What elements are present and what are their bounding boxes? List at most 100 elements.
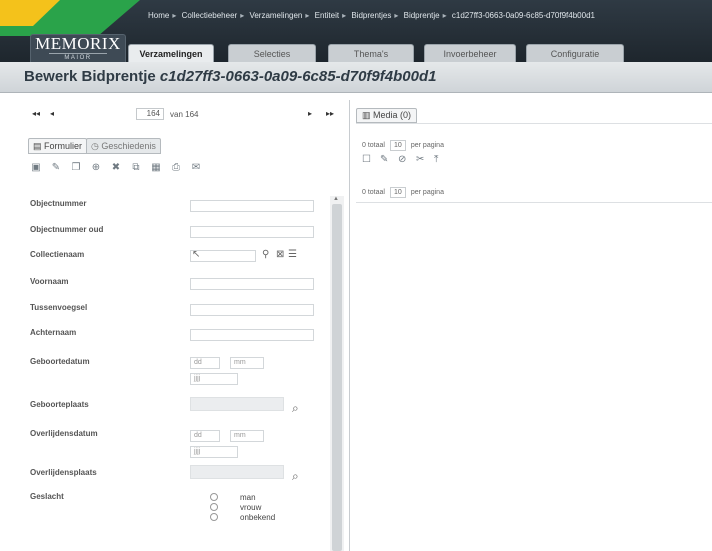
achternaam-input[interactable]: [190, 329, 314, 341]
copy-icon[interactable]: ❐: [70, 162, 82, 174]
page-count: van 164: [170, 110, 199, 119]
form-icon: ▤: [33, 141, 42, 151]
overlijdensdatum-year-input[interactable]: jjjj: [190, 446, 238, 458]
field-label-tussenvoegsel: Tussenvoegsel: [30, 303, 88, 312]
breadcrumb-home[interactable]: Home: [148, 11, 169, 20]
brand-name: MEMORIX: [35, 34, 121, 53]
field-label-voornaam: Voornaam: [30, 277, 69, 286]
media-total-count: 0 totaal: [362, 189, 385, 196]
objectnummer-input[interactable]: [190, 200, 314, 212]
mail-icon[interactable]: ✉: [190, 162, 202, 174]
field-label-objectnummer: Objectnummer: [30, 199, 87, 208]
scroll-up-arrow-icon[interactable]: ▲: [333, 196, 339, 202]
tab-themas[interactable]: Thema's: [328, 44, 414, 62]
export-icon[interactable]: ▦: [150, 162, 162, 174]
duplicate-icon[interactable]: ⧉: [130, 162, 142, 174]
divider: [356, 123, 712, 124]
gender-label-onbekend: onbekend: [240, 513, 276, 522]
tab-geschiedenis[interactable]: ◷ Geschiedenis: [86, 138, 161, 154]
clock-icon: ◷: [91, 141, 99, 151]
overlijdensdatum-month-input[interactable]: mm: [230, 430, 264, 442]
unlink-icon[interactable]: ⊘: [398, 154, 406, 165]
voornaam-input[interactable]: [190, 278, 314, 290]
breadcrumb-separator: ▸: [240, 11, 245, 20]
media-icon: ▥: [362, 110, 371, 120]
select-all-checkbox[interactable]: ☐: [362, 154, 371, 165]
last-record-button[interactable]: ▸▸: [326, 109, 334, 118]
tab-formulier-label: Formulier: [44, 141, 83, 151]
prev-record-button[interactable]: ◂: [50, 109, 54, 118]
overlijdensplaats-input[interactable]: [190, 465, 284, 479]
breadcrumb-separator: ▸: [442, 11, 447, 20]
geboortedatum-day-input[interactable]: dd: [190, 357, 220, 369]
tab-geschiedenis-label: Geschiedenis: [101, 141, 156, 151]
tussenvoegsel-input[interactable]: [190, 304, 314, 316]
media-panel: ▥ Media (0) 0 totaal 10 per pagina ☐ ✎ ⊘…: [356, 100, 712, 551]
field-label-overlijdensdatum: Overlijdensdatum: [30, 429, 98, 438]
breadcrumb-entiteit[interactable]: Entiteit: [315, 11, 339, 20]
page-title: Bewerk Bidprentje c1d27ff3-0663-0a09-6c8…: [24, 68, 436, 85]
geboortedatum-month-input[interactable]: mm: [230, 357, 264, 369]
field-label-achternaam: Achternaam: [30, 328, 77, 337]
gender-label-vrouw: vrouw: [240, 503, 262, 512]
overlijdensdatum-day-input[interactable]: dd: [190, 430, 220, 442]
gender-radio-onbekend[interactable]: [210, 513, 218, 521]
breadcrumb-bidprentje[interactable]: Bidprentje: [404, 11, 440, 20]
tab-media[interactable]: ▥ Media (0): [356, 108, 418, 123]
first-record-button[interactable]: ◂◂: [32, 109, 40, 118]
save-icon[interactable]: ▣: [30, 162, 42, 174]
main-content: ◂◂ ◂ 164 van 164 ▸ ▸▸ ▤ Formulier ◷ Gesc…: [24, 100, 712, 551]
print-icon[interactable]: ⎙: [170, 162, 182, 174]
record-pager: ◂◂ ◂ 164 van 164 ▸ ▸▸: [24, 104, 350, 124]
edit-icon[interactable]: ✎: [50, 162, 62, 174]
cursor-icon: ↖: [192, 249, 201, 260]
record-panel: ◂◂ ◂ 164 van 164 ▸ ▸▸ ▤ Formulier ◷ Gesc…: [24, 100, 350, 551]
new-record-icon[interactable]: ⊕: [90, 162, 102, 174]
geocode-icon[interactable]: ⌕: [292, 469, 299, 484]
breadcrumb-separator: ▸: [172, 11, 177, 20]
per-page-input[interactable]: 10: [389, 187, 406, 198]
tab-media-label: Media (0): [373, 110, 412, 120]
link-icon[interactable]: ⚲: [262, 249, 269, 260]
breadcrumb-verzamelingen[interactable]: Verzamelingen: [249, 11, 302, 20]
per-page-label: per pagina: [410, 142, 444, 149]
breadcrumb-collectiebeheer[interactable]: Collectiebeheer: [182, 11, 238, 20]
page-title-bar: Bewerk Bidprentje c1d27ff3-0663-0a09-6c8…: [0, 62, 712, 93]
field-label-collectienaam: Collectienaam: [30, 250, 85, 259]
geboortedatum-year-input[interactable]: jjjj: [190, 373, 238, 385]
geocode-icon[interactable]: ⌕: [292, 401, 299, 416]
tab-invoerbeheer[interactable]: Invoerbeheer: [424, 44, 516, 62]
clear-icon[interactable]: ⊠: [276, 249, 284, 260]
edit-icon[interactable]: ✎: [380, 154, 388, 165]
breadcrumb-separator: ▸: [305, 11, 310, 20]
per-page-input[interactable]: 10: [389, 140, 406, 151]
cut-icon[interactable]: ✂: [416, 154, 424, 165]
breadcrumb-separator: ▸: [342, 11, 347, 20]
page-title-record-id: c1d27ff3-0663-0a09-6c85-d70f9f4b00d1: [159, 68, 437, 85]
tab-formulier[interactable]: ▤ Formulier: [28, 138, 88, 154]
brand-logo[interactable]: MEMORIX MAIOR: [30, 34, 126, 64]
field-label-geslacht: Geslacht: [30, 492, 64, 501]
tab-selecties[interactable]: Selecties: [228, 44, 316, 62]
breadcrumb-current-record: c1d27ff3-0663-0a09-6c85-d70f9f4b00d1: [451, 11, 595, 20]
geboorteplaats-input[interactable]: [190, 397, 284, 411]
breadcrumb-bidprentjes[interactable]: Bidprentjes: [351, 11, 391, 20]
tab-configuratie[interactable]: Configuratie: [526, 44, 624, 62]
next-record-button[interactable]: ▸: [308, 109, 312, 118]
tab-verzamelingen[interactable]: Verzamelingen: [128, 44, 214, 62]
gender-label-man: man: [240, 493, 256, 502]
brand-subtitle: MAIOR: [49, 53, 107, 62]
list-icon[interactable]: ☰: [288, 249, 297, 260]
field-label-geboortedatum: Geboortedatum: [30, 357, 90, 366]
delete-icon[interactable]: ✖: [110, 162, 122, 174]
upload-icon[interactable]: ⤒: [434, 154, 438, 165]
app-header: Home ▸ Collectiebeheer ▸ Verzamelingen ▸ En…: [0, 0, 712, 64]
field-label-objectnummer-oud: Objectnummer oud: [30, 225, 104, 234]
form-scrollbar-thumb[interactable]: [332, 204, 342, 551]
objectnummer-oud-input[interactable]: [190, 226, 314, 238]
field-label-geboorteplaats: Geboorteplaats: [30, 400, 89, 409]
gender-radio-vrouw[interactable]: [210, 503, 218, 511]
field-label-overlijdensplaats: Overlijdensplaats: [30, 468, 97, 477]
gender-radio-man[interactable]: [210, 493, 218, 501]
page-number-input[interactable]: 164: [136, 108, 164, 120]
